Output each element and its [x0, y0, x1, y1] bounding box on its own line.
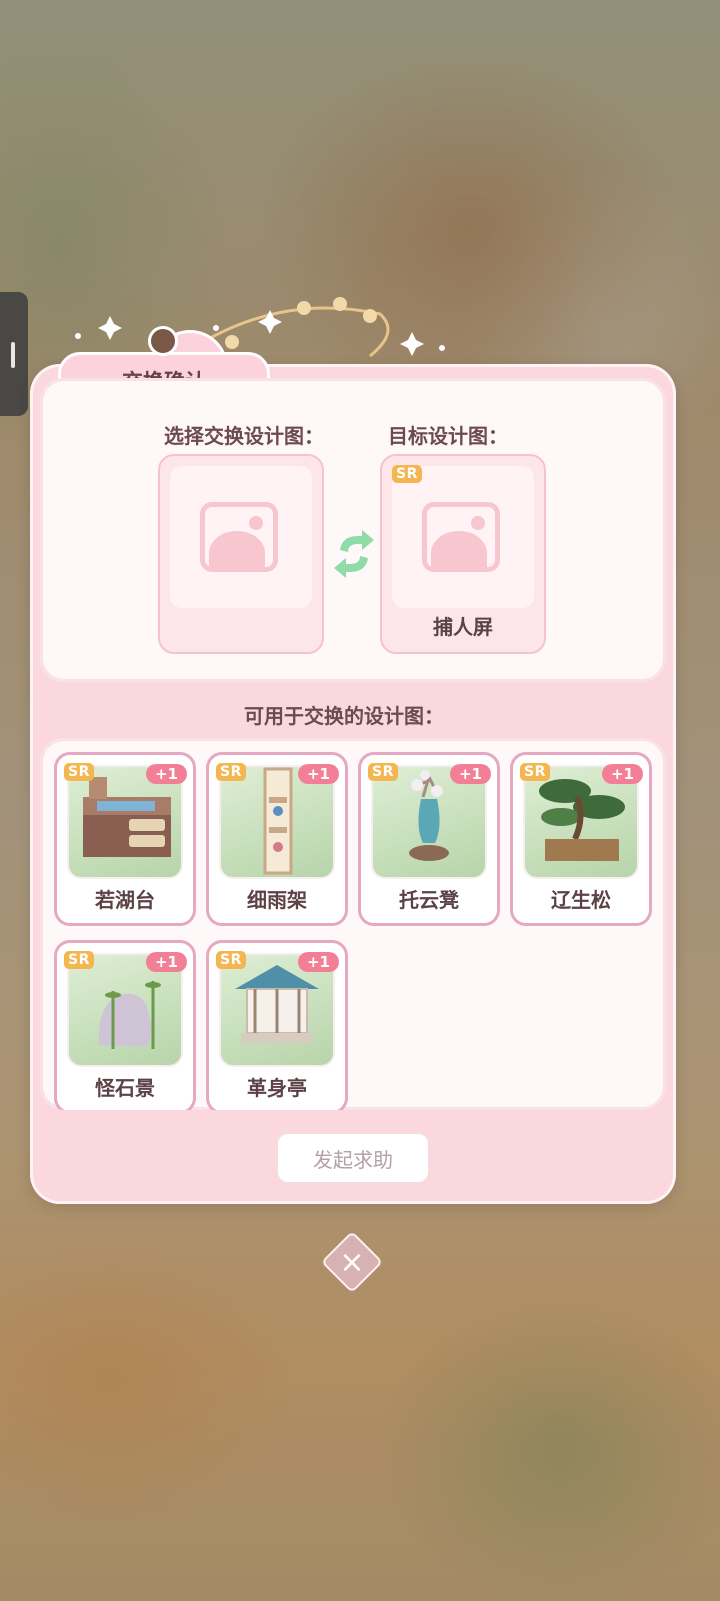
available-label: 可用于交换的设计图： [244, 704, 444, 728]
rarity-badge: SR [392, 465, 422, 483]
target-label: 目标设计图： [388, 424, 508, 448]
rarity-badge: SR [520, 763, 550, 781]
list-item[interactable]: SR +1 细雨架 [206, 752, 348, 926]
list-item[interactable]: SR +1 若湖台 [54, 752, 196, 926]
count-badge: +1 [449, 764, 491, 784]
list-item[interactable]: SR +1 辽生松 [510, 752, 652, 926]
rarity-badge: SR [368, 763, 398, 781]
item-name: 辽生松 [551, 888, 611, 912]
rarity-badge: SR [64, 763, 94, 781]
target-item-name: 捕人屏 [433, 615, 493, 639]
rarity-badge: SR [216, 951, 246, 969]
item-name: 若湖台 [95, 888, 155, 912]
target-slot: SR 捕人屏 [380, 454, 546, 654]
item-name: 细雨架 [247, 888, 307, 912]
item-name: 革身亭 [247, 1076, 307, 1100]
image-placeholder-icon [422, 502, 500, 572]
list-item[interactable]: SR +1 革身亭 [206, 940, 348, 1110]
side-drawer-handle[interactable] [0, 292, 28, 416]
swap-arrows-icon [334, 530, 374, 578]
available-list[interactable]: SR +1 若湖台 SR +1 细雨架 SR +1 托云凳 SR +1 辽生松 … [40, 738, 666, 1110]
item-name: 托云凳 [399, 888, 459, 912]
count-badge: +1 [297, 952, 339, 972]
list-item[interactable]: SR +1 托云凳 [358, 752, 500, 926]
rarity-badge: SR [216, 763, 246, 781]
item-name: 怪石景 [95, 1076, 155, 1100]
close-icon[interactable]: × [330, 1240, 374, 1284]
count-badge: +1 [145, 764, 187, 784]
count-badge: +1 [297, 764, 339, 784]
count-badge: +1 [601, 764, 643, 784]
rarity-badge: SR [64, 951, 94, 969]
request-help-button[interactable]: 发起求助 [276, 1132, 430, 1184]
image-placeholder-icon [200, 502, 278, 572]
count-badge: +1 [145, 952, 187, 972]
avatar [148, 326, 178, 356]
select-slot[interactable] [158, 454, 324, 654]
list-item[interactable]: SR +1 怪石景 [54, 940, 196, 1110]
select-label: 选择交换设计图： [164, 424, 324, 448]
